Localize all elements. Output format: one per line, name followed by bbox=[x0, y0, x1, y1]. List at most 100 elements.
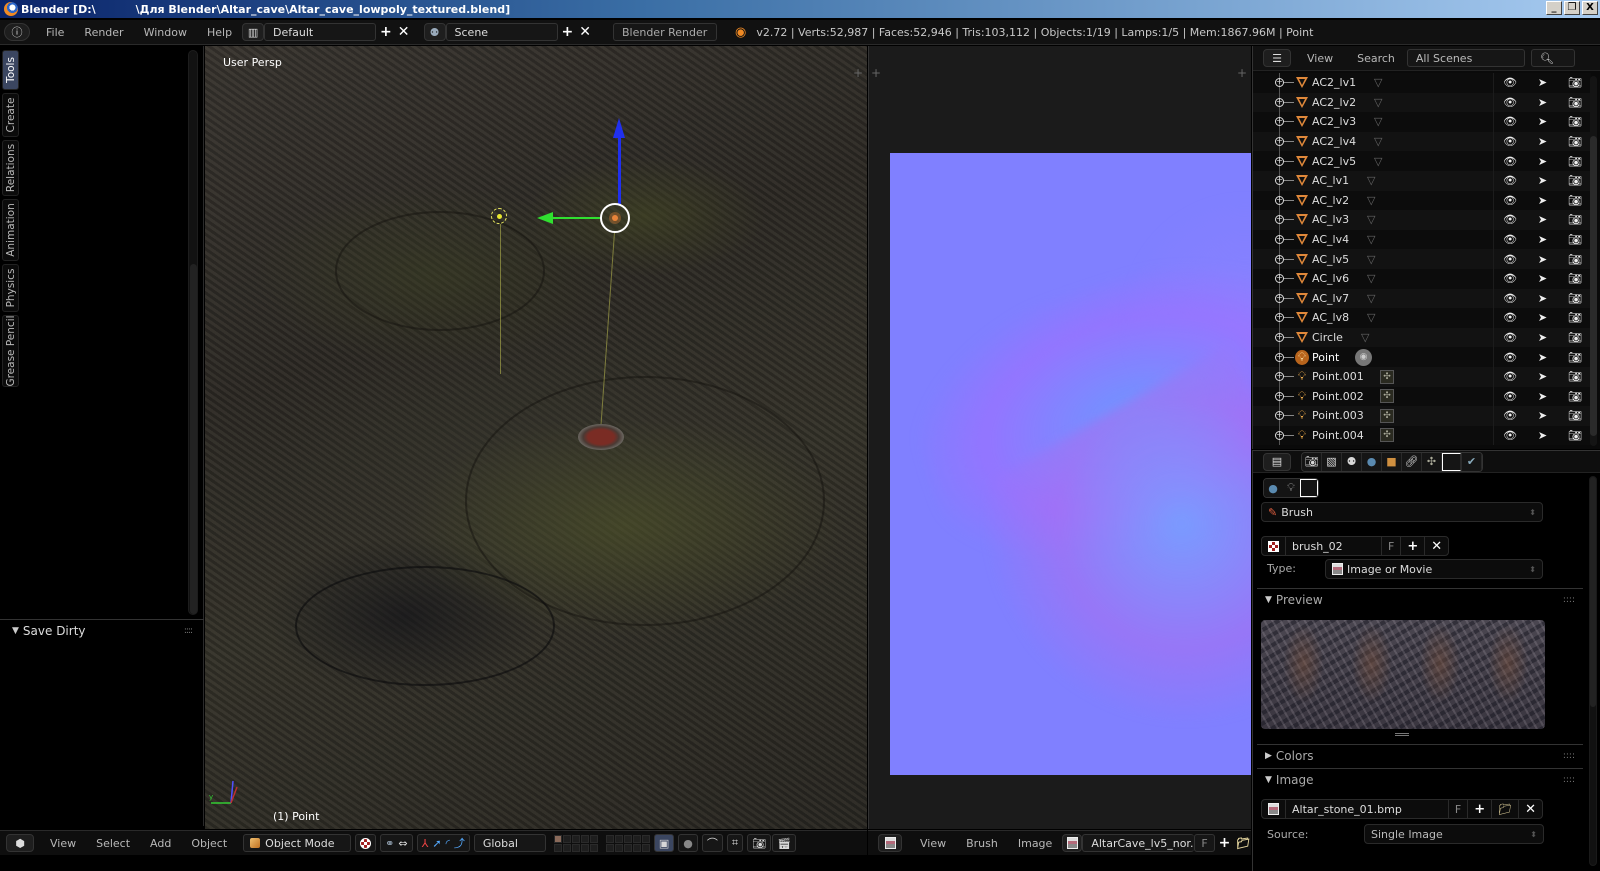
layer-button[interactable] bbox=[571, 834, 580, 843]
layer-button[interactable] bbox=[553, 843, 562, 852]
selectability-cursor-icon[interactable]: ➤ bbox=[1534, 233, 1550, 246]
new-image-icon[interactable]: + bbox=[1219, 835, 1231, 851]
expand-icon[interactable]: + bbox=[1275, 313, 1284, 323]
outliner-menu-search[interactable]: Search bbox=[1345, 52, 1407, 65]
drag-grip-icon[interactable]: :::: bbox=[184, 626, 193, 636]
outliner-item[interactable]: + Circle ▽ 👁︎ ➤ 📷︎ bbox=[1253, 327, 1591, 348]
new-texture-icon[interactable]: + bbox=[1401, 537, 1426, 555]
tab-relations[interactable]: Relations bbox=[2, 140, 19, 196]
image-fake-user-toggle[interactable]: F bbox=[1194, 834, 1215, 852]
outliner-item-name[interactable]: AC2_lv1 bbox=[1312, 76, 1356, 89]
lamp-data-icon[interactable]: ✣ bbox=[1380, 389, 1394, 404]
renderability-camera-icon[interactable]: 📷︎ bbox=[1567, 351, 1583, 364]
unlink-texture-icon[interactable]: ✕ bbox=[1425, 537, 1448, 555]
menu-render[interactable]: Render bbox=[74, 26, 133, 39]
selectability-cursor-icon[interactable]: ➤ bbox=[1534, 76, 1550, 89]
menu-help[interactable]: Help bbox=[197, 26, 242, 39]
layer-button[interactable] bbox=[589, 834, 598, 843]
texture-context-icon[interactable] bbox=[1442, 452, 1462, 471]
region-expand-icon[interactable]: + bbox=[853, 66, 863, 80]
expand-icon[interactable]: + bbox=[1275, 235, 1284, 245]
transform-orientation-select[interactable]: Global bbox=[473, 834, 546, 852]
scene-field[interactable]: Scene bbox=[445, 23, 558, 41]
selectability-cursor-icon[interactable]: ➤ bbox=[1534, 409, 1550, 422]
mesh-data-icon[interactable]: ▽ bbox=[1367, 213, 1375, 226]
outliner-item-name[interactable]: AC2_lv5 bbox=[1312, 155, 1356, 168]
altar-object[interactable] bbox=[578, 424, 624, 450]
visibility-eye-icon[interactable]: 👁︎ bbox=[1502, 253, 1518, 266]
render-engine-select[interactable]: Blender Render bbox=[612, 23, 717, 41]
rotate-manipulator-icon[interactable]: ◜ bbox=[446, 837, 450, 850]
lamp-data-icon[interactable]: ✣ bbox=[1380, 408, 1394, 423]
image-browse-icon[interactable] bbox=[1062, 834, 1083, 852]
layer-button[interactable] bbox=[623, 834, 632, 843]
viewport-menu-view[interactable]: View bbox=[40, 837, 86, 850]
renderability-camera-icon[interactable]: 📷︎ bbox=[1567, 155, 1583, 168]
lamp-object[interactable] bbox=[491, 208, 507, 224]
scrollbar-thumb[interactable] bbox=[1590, 136, 1597, 436]
snap-element-icon[interactable]: ⌗ bbox=[726, 834, 744, 852]
drag-grip-icon[interactable]: :::: bbox=[1563, 775, 1575, 785]
scrollbar-thumb[interactable] bbox=[1590, 477, 1596, 707]
expand-icon[interactable]: + bbox=[1275, 333, 1284, 343]
outliner-item-name[interactable]: AC_lv4 bbox=[1312, 233, 1349, 246]
layer-button[interactable] bbox=[589, 843, 598, 852]
selectability-cursor-icon[interactable]: ➤ bbox=[1534, 174, 1550, 187]
add-screen-icon[interactable]: + bbox=[380, 24, 392, 40]
image-menu-image[interactable]: Image bbox=[1008, 837, 1062, 850]
outliner-item[interactable]: + 💡︎ Point.002 ✣ 👁︎ ➤ 📷︎ bbox=[1253, 386, 1591, 407]
screen-layout-field[interactable]: Default bbox=[264, 23, 377, 41]
layer-button[interactable] bbox=[562, 843, 571, 852]
outliner-item[interactable]: + AC2_lv5 ▽ 👁︎ ➤ 📷︎ bbox=[1253, 151, 1591, 171]
tab-physics[interactable]: Physics bbox=[2, 264, 19, 312]
scene-context-icon[interactable]: ⚉ bbox=[1342, 452, 1362, 471]
scene-icon[interactable]: ⚉ bbox=[423, 23, 446, 41]
mesh-data-icon[interactable]: ▽ bbox=[1374, 135, 1382, 148]
outliner-item-name[interactable]: AC_lv5 bbox=[1312, 253, 1349, 266]
layer-button[interactable] bbox=[623, 843, 632, 852]
object-context-icon[interactable]: ■ bbox=[1382, 452, 1402, 471]
brush-selector[interactable]: ✎ Brush ⬍ bbox=[1261, 502, 1543, 522]
renderability-camera-icon[interactable]: 📷︎ bbox=[1567, 253, 1583, 266]
outliner-item-name[interactable]: AC2_lv3 bbox=[1312, 115, 1356, 128]
scrollbar-thumb[interactable] bbox=[190, 264, 197, 614]
outliner-item-name[interactable]: AC_lv3 bbox=[1312, 213, 1349, 226]
translate-manipulator-icon[interactable]: ➚ bbox=[432, 837, 441, 850]
layer-button[interactable] bbox=[632, 834, 641, 843]
editor-type-info-icon[interactable]: ⓘ bbox=[4, 23, 30, 41]
lamp-data-icon[interactable]: ◉ bbox=[1355, 348, 1372, 366]
viewport-shading-select[interactable] bbox=[355, 834, 377, 852]
visibility-eye-icon[interactable]: 👁︎ bbox=[1502, 96, 1518, 109]
mesh-data-icon[interactable]: ▽ bbox=[1374, 155, 1382, 168]
outliner-item[interactable]: + AC_lv4 ▽ 👁︎ ➤ 📷︎ bbox=[1253, 229, 1591, 250]
layer-button[interactable] bbox=[553, 834, 562, 843]
outliner-item-name[interactable]: AC_lv8 bbox=[1312, 311, 1349, 324]
outliner-item[interactable]: + AC_lv6 ▽ 👁︎ ➤ 📷︎ bbox=[1253, 268, 1591, 289]
preview-panel-header[interactable]: ▼ Preview :::: bbox=[1257, 588, 1583, 610]
selectability-cursor-icon[interactable]: ➤ bbox=[1534, 429, 1550, 442]
world-texture-icon[interactable]: ● bbox=[1264, 479, 1282, 497]
viewport-menu-add[interactable]: Add bbox=[140, 837, 181, 850]
selectability-cursor-icon[interactable]: ➤ bbox=[1534, 194, 1550, 207]
mesh-data-icon[interactable]: ▽ bbox=[1367, 174, 1375, 187]
properties-editor-type-icon[interactable]: ▤ bbox=[1263, 452, 1291, 471]
close-button[interactable]: X bbox=[1582, 1, 1598, 15]
expand-icon[interactable]: + bbox=[1275, 156, 1284, 166]
scale-manipulator-icon[interactable]: ⤴ bbox=[454, 835, 465, 851]
expand-icon[interactable]: + bbox=[1275, 137, 1284, 147]
layer-button[interactable] bbox=[571, 843, 580, 852]
layer-button[interactable] bbox=[580, 834, 589, 843]
outliner-item[interactable]: + AC_lv8 ▽ 👁︎ ➤ 📷︎ bbox=[1253, 308, 1591, 328]
outliner-item[interactable]: + 💡︎ Point.003 ✣ 👁︎ ➤ 📷︎ bbox=[1253, 406, 1591, 426]
outliner-item-name[interactable]: Point.002 bbox=[1312, 390, 1364, 403]
expand-icon[interactable]: + bbox=[1275, 97, 1284, 107]
outliner-item-name[interactable]: Point bbox=[1312, 351, 1339, 364]
open-image-folder-icon[interactable]: 📁︎ bbox=[1492, 800, 1520, 818]
object-data-context-icon[interactable]: ✣ bbox=[1422, 452, 1442, 471]
lamp-texture-icon[interactable]: 💡︎ bbox=[1282, 479, 1300, 497]
image-name-field[interactable]: Altar_stone_01.bmp bbox=[1286, 800, 1449, 818]
drag-grip-icon[interactable]: :::: bbox=[1563, 751, 1575, 761]
mesh-data-icon[interactable]: ▽ bbox=[1367, 253, 1375, 266]
selectability-cursor-icon[interactable]: ➤ bbox=[1534, 351, 1550, 364]
layer-button[interactable] bbox=[580, 843, 589, 852]
